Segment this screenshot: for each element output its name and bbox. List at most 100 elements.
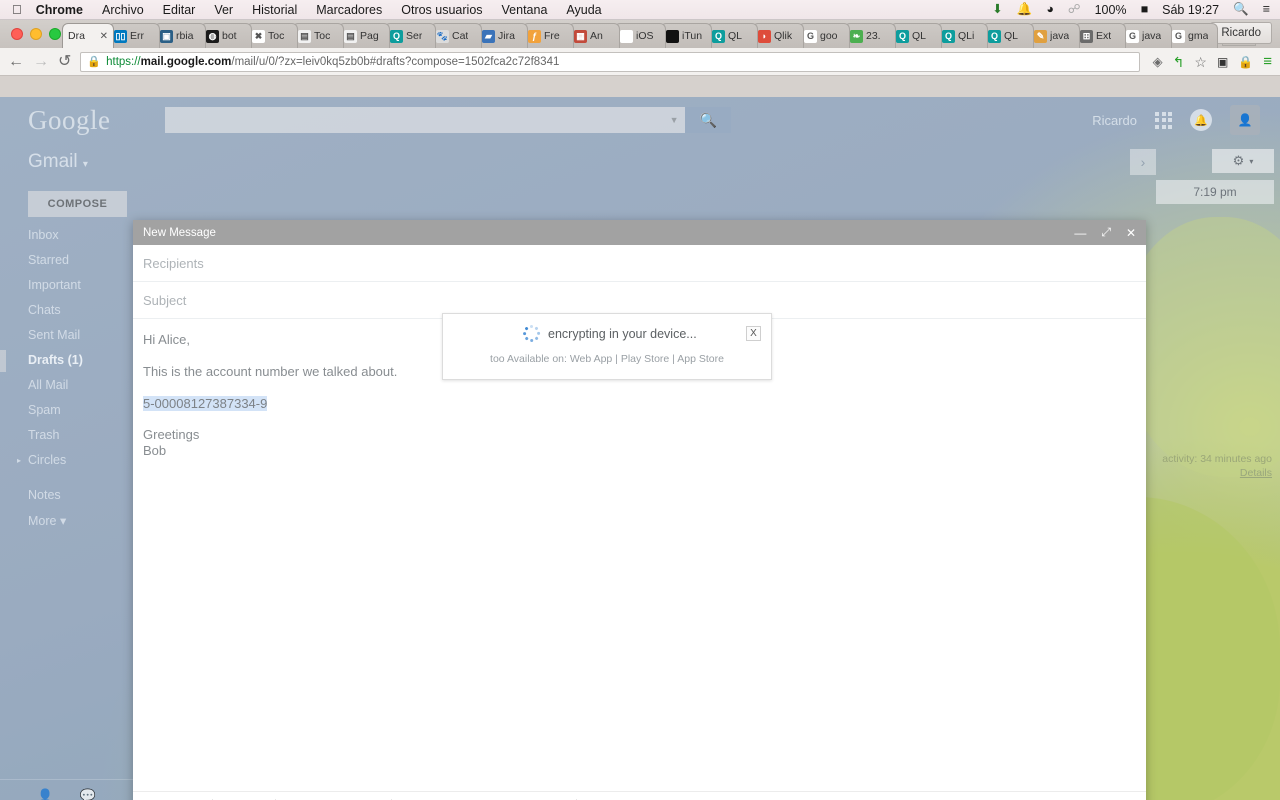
wifi-icon[interactable]: ◕ — [1046, 3, 1054, 16]
back-arrow-icon[interactable]: ← — [8, 53, 24, 70]
browser-tab[interactable]: ▰ Jira — [476, 23, 528, 48]
encryption-popup-footer[interactable]: too Available on: Web App | Play Store |… — [443, 353, 771, 365]
browser-tab[interactable]: Ggma — [1166, 23, 1218, 48]
lock-extension-icon[interactable]: 🔒 — [1238, 56, 1253, 68]
browser-tab[interactable]: Q QL — [982, 23, 1034, 48]
browser-tab[interactable]: ⊞ Ext — [1074, 23, 1126, 48]
settings-gear-button[interactable]: ⚙ ▾ — [1212, 149, 1274, 173]
recipients-field[interactable]: Recipients — [133, 245, 1146, 282]
browser-tab[interactable]: ▤ Pag — [338, 23, 390, 48]
browser-tab[interactable]: ◍ bot — [200, 23, 252, 48]
browser-tab[interactable]: 🐾 Cat — [430, 23, 482, 48]
undo-green-icon[interactable]: ↰ — [1173, 55, 1185, 69]
search-input[interactable]: ▼ — [165, 107, 686, 133]
profile-button[interactable]: Ricardo — [1210, 22, 1272, 44]
browser-tab[interactable]: Q QLi — [936, 23, 988, 48]
battery-percent-label: 100% — [1094, 2, 1127, 17]
chevron-down-icon[interactable]: ▼ — [670, 115, 679, 125]
sidebar-item-trash[interactable]: Trash — [28, 428, 133, 442]
menu-item-marcadores[interactable]: Marcadores — [316, 3, 382, 17]
browser-tab[interactable]: ✖ Toc — [246, 23, 298, 48]
window-close-button[interactable] — [11, 28, 23, 40]
reload-icon[interactable]: ↺ — [58, 53, 71, 70]
compose-button[interactable]: COMPOSE — [28, 191, 127, 217]
browser-tab[interactable]: Gjava — [1120, 23, 1172, 48]
sidebar-item-spam[interactable]: Spam — [28, 403, 133, 417]
browser-tab[interactable]: iOS — [614, 23, 666, 48]
terminal-extension-icon[interactable]: ▣ — [1217, 56, 1228, 68]
gmail-search-area: ▼ 🔍 — [165, 107, 732, 133]
spinner-dot — [522, 331, 527, 336]
sidebar-item-more[interactable]: More ▾ — [28, 513, 133, 528]
browser-tab[interactable]: Q Ser — [384, 23, 436, 48]
account-name-label[interactable]: Ricardo — [1092, 113, 1137, 128]
close-icon[interactable]: ✕ — [1126, 226, 1136, 240]
menu-item-chrome[interactable]: Chrome — [36, 3, 83, 17]
bookmark-star-icon[interactable]: ☆ — [1194, 55, 1207, 69]
notifications-bell-icon[interactable]: 🔔 — [1190, 109, 1212, 131]
hangouts-icon[interactable]: 💬 — [80, 788, 96, 800]
menu-item-ver[interactable]: Ver — [214, 3, 233, 17]
message-body[interactable]: Hi Alice, This is the account number we … — [133, 319, 1146, 791]
apple-logo-icon[interactable]:  — [12, 3, 22, 16]
apps-grid-icon[interactable] — [1155, 111, 1172, 129]
spotlight-search-icon[interactable]: 🔍 — [1233, 3, 1249, 16]
sidebar-item-circles[interactable]: ▸ Circles — [17, 453, 133, 467]
chevron-right-icon[interactable]: › — [1130, 149, 1156, 175]
bell-icon[interactable]: 🔔 — [1017, 3, 1033, 16]
sidebar-item-notes[interactable]: Notes — [28, 488, 133, 502]
browser-tab[interactable]: Ggoo — [798, 23, 850, 48]
compose-header[interactable]: New Message — ⤢ ✕ — [133, 220, 1146, 245]
menu-item-editar[interactable]: Editar — [163, 3, 196, 17]
sidebar-item-chats[interactable]: Chats — [28, 303, 133, 317]
sidebar-item-drafts-1[interactable]: Drafts (1) — [0, 350, 133, 372]
clock-label[interactable]: Sáb 19:27 — [1162, 3, 1219, 17]
search-button[interactable]: 🔍 — [685, 107, 732, 133]
notification-center-icon[interactable]: ≡ — [1263, 3, 1270, 16]
browser-tab[interactable]: iTun — [660, 23, 712, 48]
menu-item-archivo[interactable]: Archivo — [102, 3, 144, 17]
gmail-title[interactable]: Gmail ▾ — [28, 151, 133, 173]
activity-details-link[interactable]: Details — [1162, 466, 1272, 480]
person-icon[interactable]: 👤 — [37, 788, 53, 800]
tab-close-icon[interactable]: ✕ — [100, 31, 108, 42]
menu-item-historial[interactable]: Historial — [252, 3, 297, 17]
chevron-right-icon[interactable]: ▸ — [17, 456, 21, 465]
battery-charging-icon[interactable]: ■ — [1141, 3, 1149, 16]
sidebar-item-starred[interactable]: Starred — [28, 253, 133, 267]
url-scheme: https:// — [106, 55, 141, 68]
menu-item-ventana[interactable]: Ventana — [502, 3, 548, 17]
chrome-menu-icon[interactable]: ≡ — [1263, 54, 1272, 69]
sidebar-item-important[interactable]: Important — [28, 278, 133, 292]
expand-icon[interactable]: ⤢ — [1101, 225, 1111, 240]
url-host: mail.google.com — [140, 55, 232, 68]
avatar[interactable]: 👤 — [1230, 105, 1260, 135]
browser-tab[interactable]: ▦ An — [568, 23, 620, 48]
sidebar-item-inbox[interactable]: Inbox — [28, 228, 133, 242]
body-account-number-line: 5-00008127387334-9 — [143, 395, 1136, 414]
menu-item-ayuda[interactable]: Ayuda — [566, 3, 601, 17]
browser-tab[interactable]: Q QL — [706, 23, 758, 48]
account-number-selected: 5-00008127387334-9 — [143, 395, 268, 411]
browser-tab[interactable]: ▣ rbia — [154, 23, 206, 48]
close-popup-button[interactable]: X — [746, 326, 761, 341]
browser-tab[interactable]: ❧ 23. — [844, 23, 896, 48]
browser-tab[interactable]: Q QL — [890, 23, 942, 48]
browser-tab[interactable]: ◗ Qlik — [752, 23, 804, 48]
sidebar-item-all-mail[interactable]: All Mail — [28, 378, 133, 392]
address-bar[interactable]: 🔒 https://mail.google.com/mail/u/0/?zx=l… — [80, 51, 1140, 72]
download-icon[interactable]: ⬇ — [992, 3, 1002, 16]
window-maximize-button[interactable] — [49, 28, 61, 40]
browser-tab[interactable]: ƒ Fre — [522, 23, 574, 48]
browser-tab[interactable]: ✎ java — [1028, 23, 1080, 48]
view-source-icon[interactable]: ◈ — [1153, 55, 1163, 68]
window-minimize-button[interactable] — [30, 28, 42, 40]
browser-tab[interactable]: ▤ Toc — [292, 23, 344, 48]
bluetooth-icon[interactable]: ☍ — [1068, 3, 1081, 16]
browser-tab[interactable]: Dra ✕ — [62, 23, 114, 48]
browser-tab[interactable]: ▯▯ Err — [108, 23, 160, 48]
minimize-icon[interactable]: — — [1074, 226, 1086, 240]
sidebar-item-sent-mail[interactable]: Sent Mail — [28, 328, 133, 342]
menu-item-otros-usuarios[interactable]: Otros usuarios — [401, 3, 482, 17]
forward-arrow-icon[interactable]: → — [33, 53, 49, 70]
